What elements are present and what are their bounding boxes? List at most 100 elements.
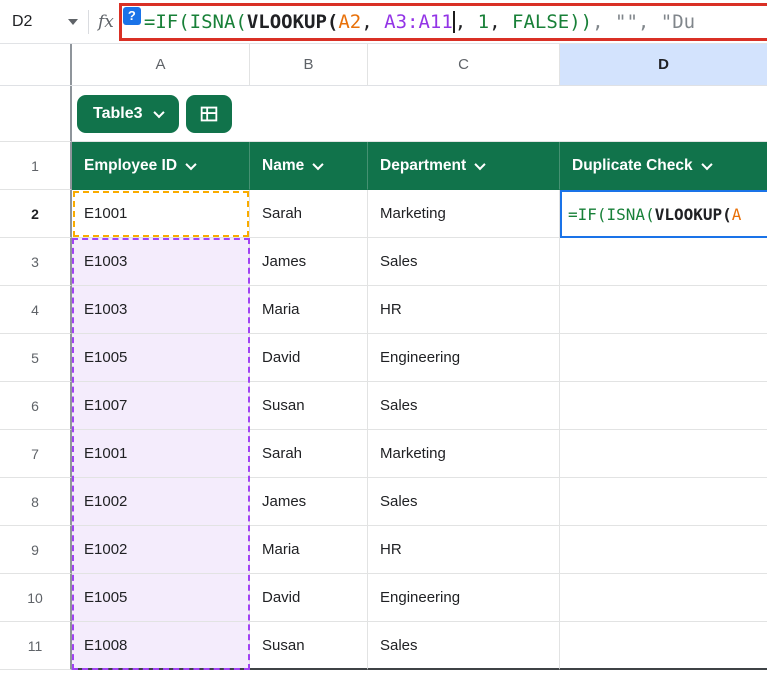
cell-C5[interactable]: Engineering [368,334,560,382]
sheet-grid: Table3 1 Employee ID Name [0,86,767,676]
row-header-5[interactable]: 5 [0,334,72,382]
table-header-duplicate-check[interactable]: Duplicate Check [560,142,767,190]
cell-A2[interactable]: E1001 [72,190,250,238]
row-gutter-blank [0,86,72,142]
row-header-10[interactable]: 10 [0,574,72,622]
formula-token: A [732,205,742,224]
cell-C11[interactable]: Sales [368,622,560,670]
cell-A9[interactable]: E1002 [72,526,250,574]
sheet-row-8: 8E1002JamesSales [0,478,767,526]
table-grid-icon [198,103,220,125]
cell-D6[interactable] [560,382,767,430]
cell-D3[interactable] [560,238,767,286]
table-header-employee-id[interactable]: Employee ID [72,142,250,190]
row-header-6[interactable]: 6 [0,382,72,430]
formula-token: FALSE [512,11,569,33]
cell-B9[interactable]: Maria [250,526,368,574]
chevron-down-icon[interactable] [474,158,485,169]
select-all-corner[interactable] [0,44,72,85]
cell-D5[interactable] [560,334,767,382]
column-header-C[interactable]: C [368,44,560,85]
sheet-row-10: 10E1005DavidEngineering [0,574,767,622]
formula-token: VLOOKUP( [655,205,732,224]
cell-A3[interactable]: E1003 [72,238,250,286]
formula-token: A2 [338,11,361,33]
column-header-row: A B C D [0,44,767,86]
cell-B7[interactable]: Sarah [250,430,368,478]
row-header-11[interactable]: 11 [0,622,72,670]
formula-token: )) [569,11,592,33]
toolbar-divider [88,10,89,34]
sheet-row-5: 5E1005DavidEngineering [0,334,767,382]
cell-A11[interactable]: E1008 [72,622,250,670]
cell-A8[interactable]: E1002 [72,478,250,526]
formula-token: , [638,11,661,33]
table-range-button[interactable] [186,95,232,133]
formula-input[interactable]: ? =IF(ISNA(VLOOKUP(A2, A3:A11, 1, FALSE)… [119,3,767,41]
cell-C9[interactable]: HR [368,526,560,574]
cell-A5[interactable]: E1005 [72,334,250,382]
row-header-8[interactable]: 8 [0,478,72,526]
column-header-D[interactable]: D [560,44,767,85]
cell-C8[interactable]: Sales [368,478,560,526]
cell-D8[interactable] [560,478,767,526]
cell-B11[interactable]: Susan [250,622,368,670]
column-header-B[interactable]: B [250,44,368,85]
cell-A4[interactable]: E1003 [72,286,250,334]
row-header-3[interactable]: 3 [0,238,72,286]
cell-C10[interactable]: Engineering [368,574,560,622]
sheet-row-4: 4E1003MariaHR [0,286,767,334]
header-label: Department [380,157,466,175]
formula-help-badge[interactable]: ? [123,7,141,25]
cell-C3[interactable]: Sales [368,238,560,286]
cell-D2[interactable]: =IF(ISNA(VLOOKUP(A [560,190,767,238]
table-name-label: Table3 [93,105,143,123]
table-header-name[interactable]: Name [250,142,368,190]
row-header-2[interactable]: 2 [0,190,72,238]
cell-C7[interactable]: Marketing [368,430,560,478]
cell-B6[interactable]: Susan [250,382,368,430]
formula-text: =IF(ISNA(VLOOKUP(A2, A3:A11, 1, FALSE)),… [144,11,695,33]
cell-C6[interactable]: Sales [368,382,560,430]
cell-D7[interactable] [560,430,767,478]
table-title-row: Table3 [0,86,767,142]
cell-B3[interactable]: James [250,238,368,286]
table-chip-area: Table3 [72,86,767,142]
cell-A6[interactable]: E1007 [72,382,250,430]
formula-token: , [489,11,512,33]
cell-A10[interactable]: E1005 [72,574,250,622]
formula-token: =IF(ISNA( [144,11,247,33]
formula-token: A3:A11 [384,11,453,33]
cell-B4[interactable]: Maria [250,286,368,334]
cell-D9[interactable] [560,526,767,574]
chevron-down-icon[interactable] [701,158,712,169]
chevron-down-icon[interactable] [313,158,324,169]
cell-C4[interactable]: HR [368,286,560,334]
table-header-row: 1 Employee ID Name Department Duplicate … [0,142,767,190]
formula-token: , [361,11,384,33]
row-header-1[interactable]: 1 [0,142,72,190]
sheet-row-3: 3E1003JamesSales [0,238,767,286]
chevron-down-icon[interactable] [185,158,196,169]
cell-C2[interactable]: Marketing [368,190,560,238]
column-header-A[interactable]: A [72,44,250,85]
formula-token: 1 [478,11,489,33]
sheet-row-7: 7E1001SarahMarketing [0,430,767,478]
cell-B8[interactable]: James [250,478,368,526]
row-header-4[interactable]: 4 [0,286,72,334]
row-header-9[interactable]: 9 [0,526,72,574]
formula-token: "Du [661,11,695,33]
row-header-7[interactable]: 7 [0,430,72,478]
cell-A7[interactable]: E1001 [72,430,250,478]
cell-D4[interactable] [560,286,767,334]
cell-D10[interactable] [560,574,767,622]
table-header-department[interactable]: Department [368,142,560,190]
cell-name-box[interactable]: D2 [0,0,88,43]
name-box-dropdown-icon[interactable] [68,19,78,25]
cell-B10[interactable]: David [250,574,368,622]
cell-B2[interactable]: Sarah [250,190,368,238]
cell-D11[interactable] [560,622,767,670]
formula-token: , [455,11,478,33]
table-name-chip[interactable]: Table3 [77,95,179,133]
cell-B5[interactable]: David [250,334,368,382]
